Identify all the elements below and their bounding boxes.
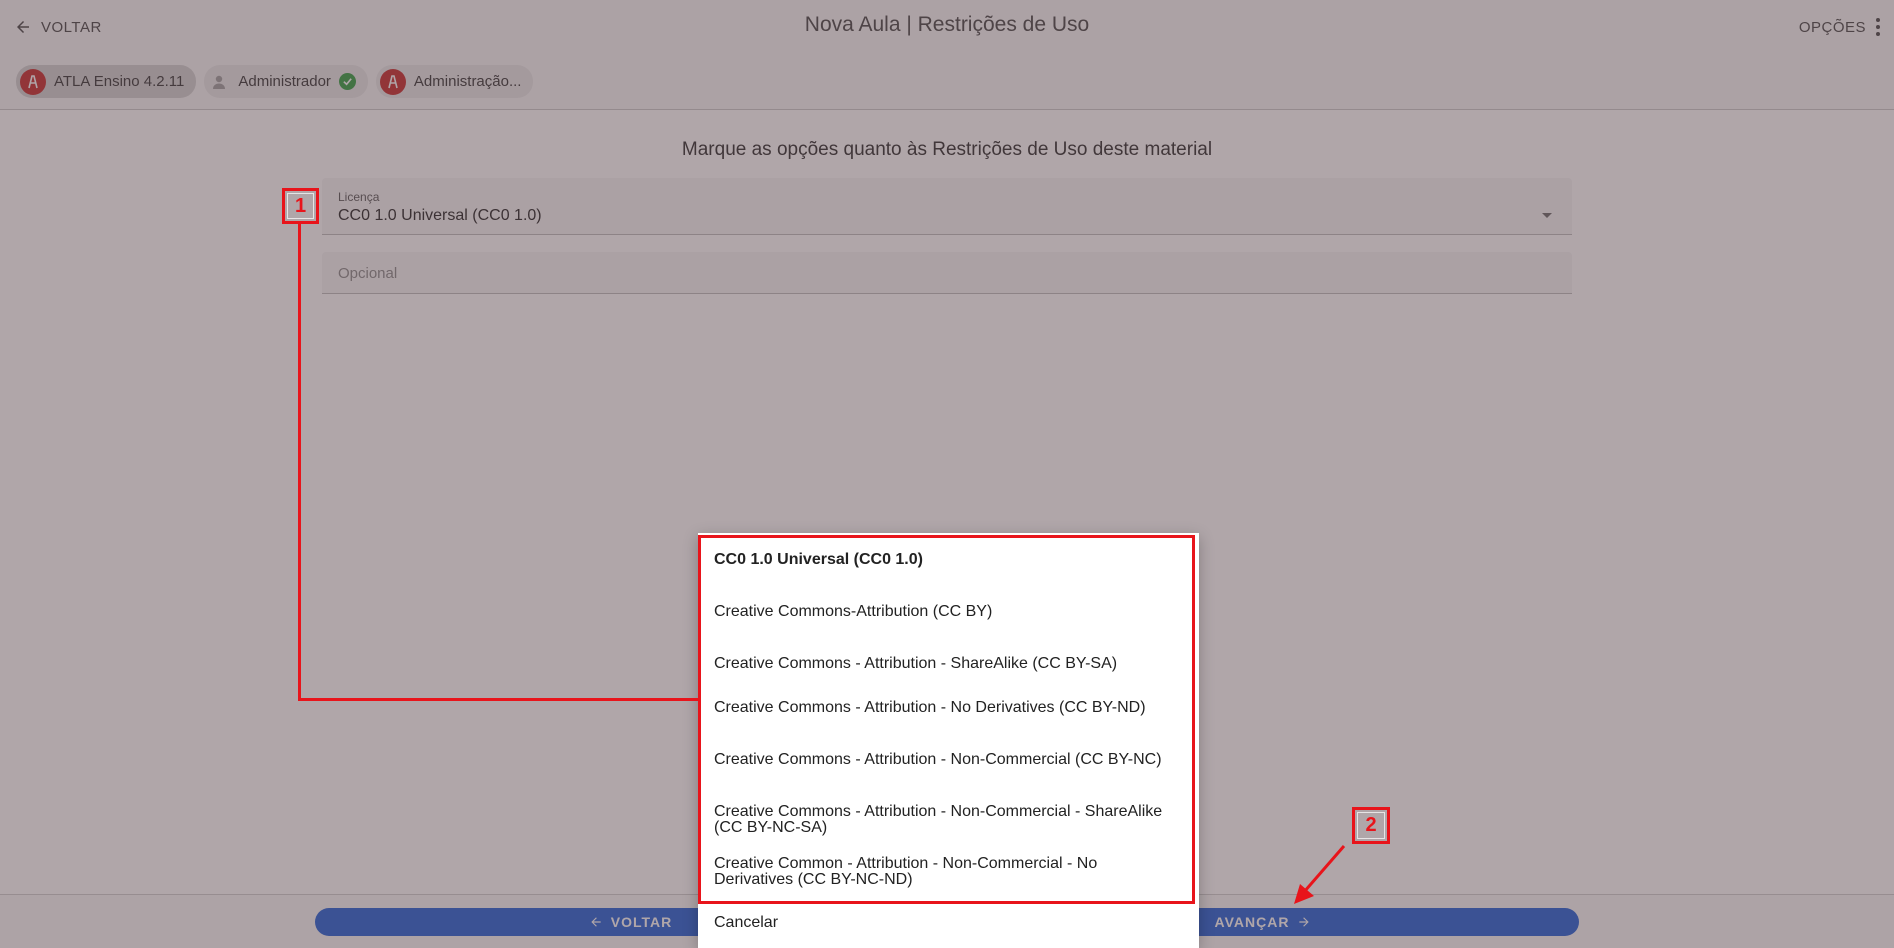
annotation-connector-vertical [298,223,301,701]
annotation-connector-horizontal [298,698,700,701]
annotation-marker-2: 2 [1352,807,1390,844]
annotation-marker-1: 1 [282,188,319,224]
cancel-button[interactable]: Cancelar [714,914,778,932]
annotation-arrow [1294,845,1346,904]
annotation-options-frame [698,535,1195,904]
